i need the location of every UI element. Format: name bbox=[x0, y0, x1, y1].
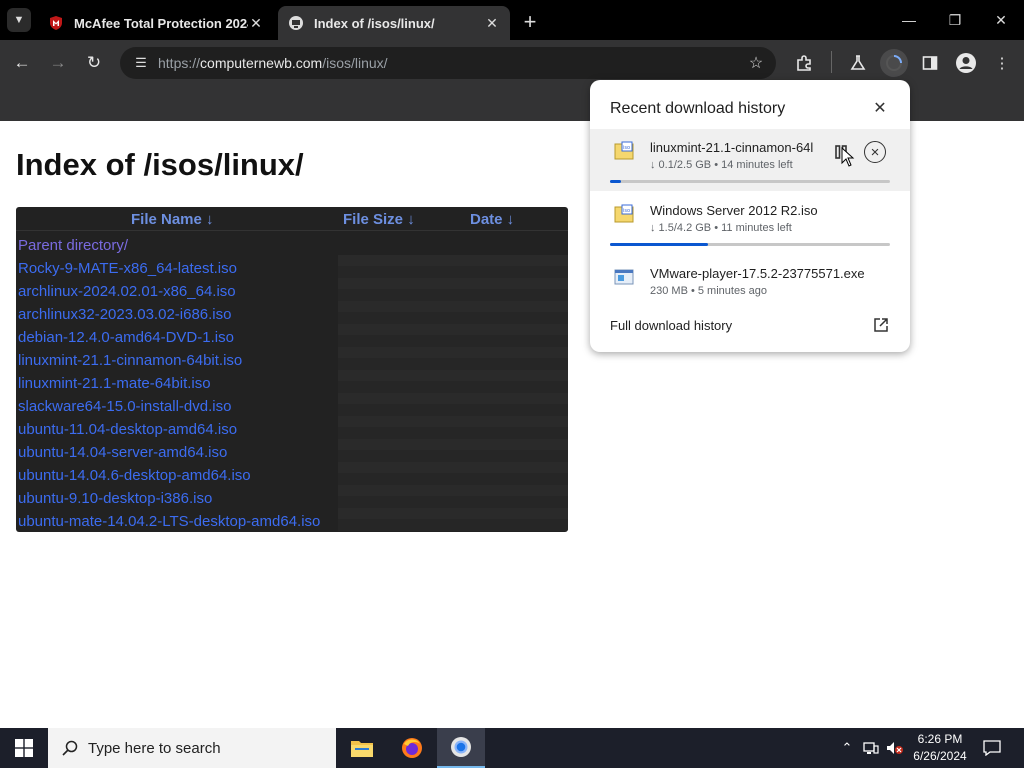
file-link[interactable]: linuxmint-21.1-mate-64bit.iso bbox=[18, 372, 320, 395]
exe-file-icon bbox=[614, 269, 634, 285]
file-link[interactable]: ubuntu-14.04-server-amd64.iso bbox=[18, 441, 320, 464]
download-item[interactable]: iso linuxmint-21.1-cinnamon-64l ↓ 0.1/2.… bbox=[590, 129, 910, 191]
site-info-icon[interactable]: ☰ bbox=[126, 47, 156, 79]
tab-mcafee[interactable]: McAfee Total Protection 2024 | ✕ bbox=[38, 6, 274, 40]
side-panel-icon[interactable] bbox=[916, 49, 944, 77]
search-placeholder: Type here to search bbox=[88, 739, 221, 757]
column-file-size[interactable]: File Size ↓ bbox=[343, 211, 415, 228]
chrome-taskbar-icon[interactable] bbox=[437, 728, 485, 768]
extensions-icon[interactable] bbox=[790, 49, 818, 77]
mcafee-shield-icon bbox=[50, 16, 62, 30]
file-listing-table: File Name ↓ File Size ↓ Date ↓ Parent di… bbox=[16, 207, 568, 532]
file-link[interactable]: archlinux32-2023.03.02-i686.iso bbox=[18, 303, 320, 326]
volume-muted-icon[interactable] bbox=[884, 728, 906, 768]
toolbar-divider bbox=[831, 51, 832, 73]
iso-file-icon: iso bbox=[614, 204, 634, 223]
file-link[interactable]: debian-12.4.0-amd64-DVD-1.iso bbox=[18, 326, 320, 349]
download-file-name: linuxmint-21.1-cinnamon-64l bbox=[650, 140, 814, 155]
computernewb-icon bbox=[289, 16, 303, 30]
download-status: ↓ 1.5/4.2 GB • 11 minutes left bbox=[650, 222, 792, 234]
file-link[interactable]: ubuntu-mate-14.04.2-LTS-desktop-amd64.is… bbox=[18, 510, 320, 532]
labs-flask-icon[interactable] bbox=[844, 49, 872, 77]
svg-text:iso: iso bbox=[623, 208, 630, 214]
tab-search-button[interactable]: ▼ bbox=[7, 8, 31, 32]
reload-button[interactable]: ↻ bbox=[80, 49, 108, 77]
chevron-down-icon: ▼ bbox=[13, 14, 25, 26]
search-icon bbox=[60, 738, 80, 758]
mouse-cursor-icon bbox=[841, 147, 855, 167]
download-item[interactable]: iso Windows Server 2012 R2.iso ↓ 1.5/4.2… bbox=[590, 192, 910, 254]
address-bar[interactable]: ☰ https://computernewb.com/isos/linux/ ☆ bbox=[120, 47, 776, 79]
svg-text:iso: iso bbox=[623, 145, 630, 151]
file-link[interactable]: ubuntu-14.04.6-desktop-amd64.iso bbox=[18, 464, 320, 487]
file-link[interactable]: ubuntu-9.10-desktop-i386.iso bbox=[18, 487, 320, 510]
url-host: computernewb.com bbox=[200, 55, 323, 71]
taskbar-search-box[interactable]: Type here to search bbox=[48, 728, 336, 768]
download-item[interactable]: VMware-player-17.5.2-23775571.exe 230 MB… bbox=[590, 255, 910, 317]
downloads-icon[interactable] bbox=[880, 49, 908, 77]
file-link[interactable]: linuxmint-21.1-cinnamon-64bit.iso bbox=[18, 349, 320, 372]
download-status: ↓ 0.1/2.5 GB • 14 minutes left bbox=[650, 159, 793, 171]
new-tab-button[interactable]: + bbox=[518, 9, 542, 34]
tab-index-linux[interactable]: Index of /isos/linux/ ✕ bbox=[278, 6, 510, 40]
close-window-button[interactable]: ✕ bbox=[978, 6, 1024, 34]
windows-taskbar: Type here to search ⌃ 6:26 PM 6/26/2024 bbox=[0, 728, 1024, 768]
bookmark-star-icon[interactable]: ☆ bbox=[746, 53, 766, 73]
download-file-name: Windows Server 2012 R2.iso bbox=[650, 203, 818, 218]
table-header: File Name ↓ File Size ↓ Date ↓ bbox=[16, 207, 568, 231]
menu-kebab-icon[interactable]: ⋮ bbox=[988, 49, 1016, 77]
url-text: https://computernewb.com/isos/linux/ bbox=[158, 55, 388, 71]
show-hidden-icons-chevron-icon[interactable]: ⌃ bbox=[838, 728, 856, 768]
back-button[interactable]: ← bbox=[8, 49, 36, 77]
file-link[interactable]: Rocky-9-MATE-x86_64-latest.iso bbox=[18, 257, 320, 280]
download-file-name: VMware-player-17.5.2-23775571.exe bbox=[650, 266, 865, 281]
column-file-name[interactable]: File Name ↓ bbox=[131, 211, 214, 228]
close-tab-icon[interactable]: ✕ bbox=[248, 15, 264, 31]
notifications-icon[interactable] bbox=[980, 728, 1004, 768]
progress-fill bbox=[610, 243, 708, 246]
file-explorer-taskbar-icon[interactable] bbox=[338, 728, 386, 768]
url-scheme: https:// bbox=[158, 55, 201, 71]
network-icon[interactable] bbox=[860, 728, 882, 768]
tab-strip: ▼ McAfee Total Protection 2024 | ✕ Index… bbox=[0, 0, 1024, 40]
close-icon[interactable]: ✕ bbox=[870, 98, 890, 118]
cancel-icon[interactable]: × bbox=[864, 141, 886, 163]
tab-title: Index of /isos/linux/ bbox=[314, 15, 435, 31]
progress-fill bbox=[610, 180, 622, 183]
download-history-bubble: Recent download history ✕ iso linuxmint-… bbox=[590, 80, 910, 352]
url-path: /isos/linux/ bbox=[322, 55, 388, 71]
file-link[interactable]: ubuntu-11.04-desktop-amd64.iso bbox=[18, 418, 320, 441]
clock-date: 6/26/2024 bbox=[913, 749, 967, 763]
download-bubble-title: Recent download history bbox=[610, 100, 786, 117]
clock-time: 6:26 PM bbox=[917, 732, 963, 746]
download-status: 230 MB • 5 minutes ago bbox=[650, 285, 767, 297]
iso-file-icon: iso bbox=[614, 141, 634, 160]
open-in-new-icon[interactable] bbox=[872, 316, 890, 334]
tab-title: McAfee Total Protection 2024 | bbox=[74, 15, 248, 31]
download-progress-bar bbox=[610, 180, 890, 183]
minimize-button[interactable]: — bbox=[886, 6, 932, 34]
column-date[interactable]: Date ↓ bbox=[470, 211, 514, 228]
full-download-history-link[interactable]: Full download history bbox=[610, 318, 732, 333]
start-button[interactable] bbox=[0, 728, 48, 768]
close-tab-icon[interactable]: ✕ bbox=[484, 15, 500, 31]
profile-avatar-icon[interactable] bbox=[952, 49, 980, 77]
parent-directory-link[interactable]: Parent directory/ bbox=[18, 234, 320, 257]
file-list: Parent directory/ Rocky-9-MATE-x86_64-la… bbox=[18, 234, 320, 532]
forward-button[interactable]: → bbox=[44, 49, 72, 77]
blurred-size-date-columns bbox=[338, 255, 568, 531]
windows-logo-icon bbox=[15, 739, 33, 757]
download-progress-bar bbox=[610, 243, 890, 246]
page-heading: Index of /isos/linux/ bbox=[16, 147, 304, 182]
file-link[interactable]: archlinux-2024.02.01-x86_64.iso bbox=[18, 280, 320, 303]
restore-button[interactable]: ❐ bbox=[932, 6, 978, 34]
taskbar-clock[interactable]: 6:26 PM 6/26/2024 bbox=[904, 731, 976, 765]
file-link[interactable]: slackware64-15.0-install-dvd.iso bbox=[18, 395, 320, 418]
firefox-taskbar-icon[interactable] bbox=[388, 728, 436, 768]
